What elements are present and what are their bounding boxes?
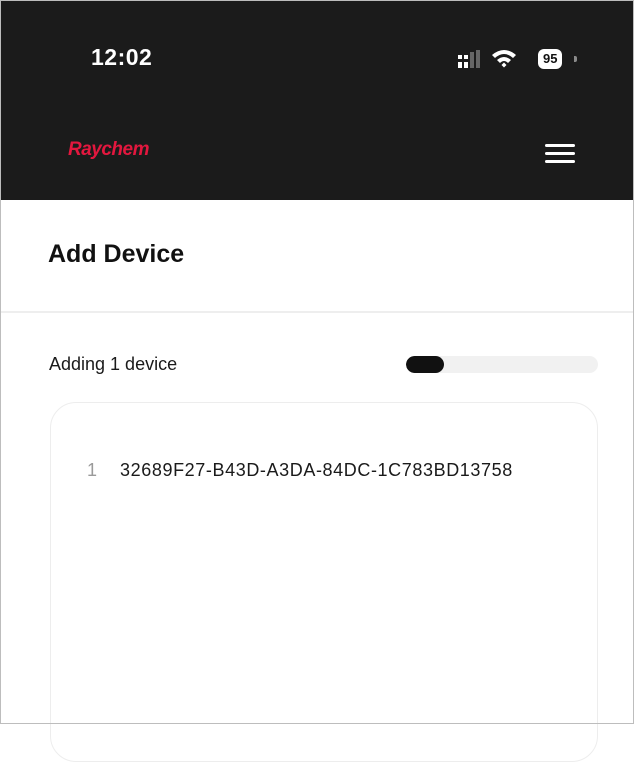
progress-label: Adding 1 device	[49, 354, 178, 374]
progress-fill	[406, 356, 445, 373]
status-time: 12:02	[91, 44, 153, 70]
device-index: 1	[87, 460, 98, 480]
list-item[interactable]: 1 32689F27-B43D-A3DA-84DC-1C783BD13758	[87, 460, 513, 481]
page-title: Add Device	[48, 240, 185, 268]
cellular-signal-icon	[458, 50, 480, 68]
menu-icon[interactable]	[545, 142, 575, 166]
battery-icon: 95	[538, 49, 563, 69]
page-header: Add Device	[0, 200, 634, 313]
device-list: 1 32689F27-B43D-A3DA-84DC-1C783BD13758	[50, 402, 598, 762]
progress-bar	[406, 356, 598, 373]
device-id: 32689F27-B43D-A3DA-84DC-1C783BD13758	[120, 460, 513, 480]
brand-logo[interactable]: Raychem	[68, 139, 150, 161]
wifi-icon	[492, 50, 516, 68]
battery-tip	[574, 56, 577, 62]
app-header: 12:02 95 Raychem	[0, 0, 634, 200]
